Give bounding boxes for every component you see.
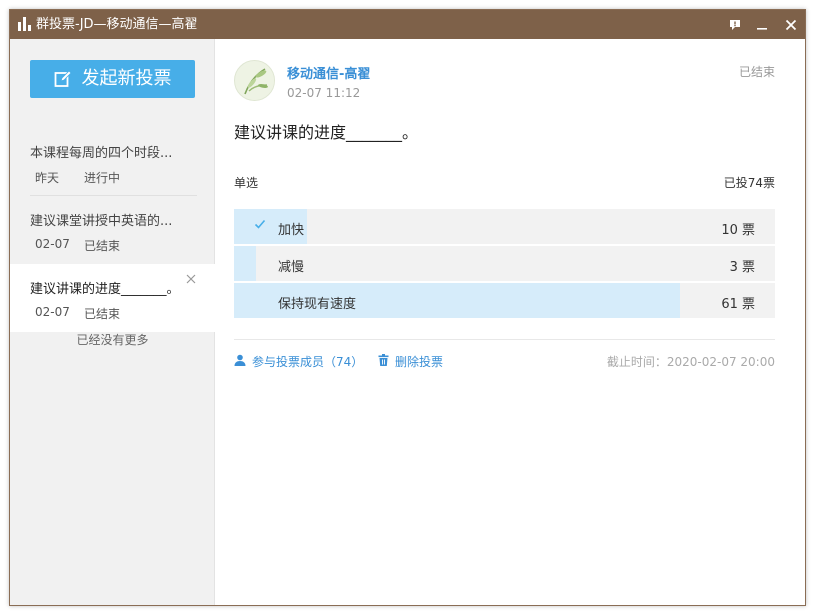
vote-item-title: 建议课堂讲授中英语的... <box>30 214 173 229</box>
option-label: 加快 <box>278 223 305 238</box>
vote-item-status: 已结束 <box>84 307 121 321</box>
post-time: 02-07 11:12 <box>287 86 361 100</box>
window-title: 群投票-JD—移动通信—高翟 <box>36 17 198 32</box>
title-bar[interactable]: 群投票-JD—移动通信—高翟 <box>10 10 805 39</box>
vote-option[interactable]: 加快 10 票 <box>234 209 775 244</box>
vote-option[interactable]: 保持现有速度 61 票 <box>234 283 775 318</box>
new-vote-label: 发起新投票 <box>81 68 172 89</box>
divider <box>234 339 775 340</box>
option-count: 10 票 <box>721 223 755 238</box>
avatar[interactable] <box>234 60 275 101</box>
edit-icon <box>54 70 72 88</box>
trash-icon <box>378 354 389 369</box>
delete-link-label: 删除投票 <box>395 355 444 369</box>
vote-window: 群投票-JD—移动通信—高翟 发起新投票 本课程每周的四个时段... 昨天 进行… <box>9 9 806 606</box>
option-fill-bar <box>234 246 256 281</box>
vote-item-title: 建议讲课的进度_______。 <box>30 282 180 297</box>
bar-chart-icon <box>18 17 32 31</box>
delete-vote-link[interactable]: 删除投票 <box>378 353 443 370</box>
status-badge: 已结束 <box>738 65 775 79</box>
vote-total: 已投74票 <box>723 176 775 190</box>
vote-option[interactable]: 减慢 3 票 <box>234 246 775 281</box>
minimize-icon[interactable] <box>751 14 773 36</box>
vote-list-item-active[interactable]: 建议讲课的进度_______。 02-07 已结束 <box>10 264 215 332</box>
vote-item-date: 昨天 <box>35 171 60 185</box>
no-more-text: 已经没有更多 <box>76 333 149 347</box>
vote-question: 建议讲课的进度_______。 <box>234 123 419 142</box>
vote-list-sidebar: 发起新投票 本课程每周的四个时段... 昨天 进行中 建议课堂讲授中英语的...… <box>10 39 215 605</box>
close-icon[interactable] <box>780 14 802 36</box>
vote-list-item[interactable]: 建议课堂讲授中英语的... 02-07 已结束 <box>10 196 215 264</box>
vote-item-status: 已结束 <box>84 239 121 253</box>
option-count: 3 票 <box>729 260 755 275</box>
new-vote-button[interactable]: 发起新投票 <box>30 60 195 98</box>
option-count: 61 票 <box>721 297 755 312</box>
author-name: 移动通信-高翟 <box>287 67 371 82</box>
close-icon[interactable] <box>186 274 198 286</box>
check-icon <box>254 218 268 232</box>
vote-detail: 移动通信-高翟 02-07 11:12 已结束 建议讲课的进度_______。 … <box>216 39 805 605</box>
feedback-icon[interactable] <box>724 14 746 36</box>
vote-item-title: 本课程每周的四个时段... <box>30 146 173 161</box>
members-link-label: 参与投票成员（74） <box>252 355 364 369</box>
vote-item-status: 进行中 <box>84 171 121 185</box>
option-label: 减慢 <box>278 260 305 275</box>
vote-item-date: 02-07 <box>35 305 70 319</box>
user-icon <box>234 354 246 369</box>
option-label: 保持现有速度 <box>278 297 357 312</box>
deadline: 截止时间：2020-02-07 20:00 <box>606 355 775 369</box>
members-link[interactable]: 参与投票成员（74） <box>234 353 363 370</box>
vote-type: 单选 <box>234 176 259 190</box>
vote-list-item[interactable]: 本课程每周的四个时段... 昨天 进行中 <box>10 128 215 196</box>
vote-item-date: 02-07 <box>35 237 70 251</box>
